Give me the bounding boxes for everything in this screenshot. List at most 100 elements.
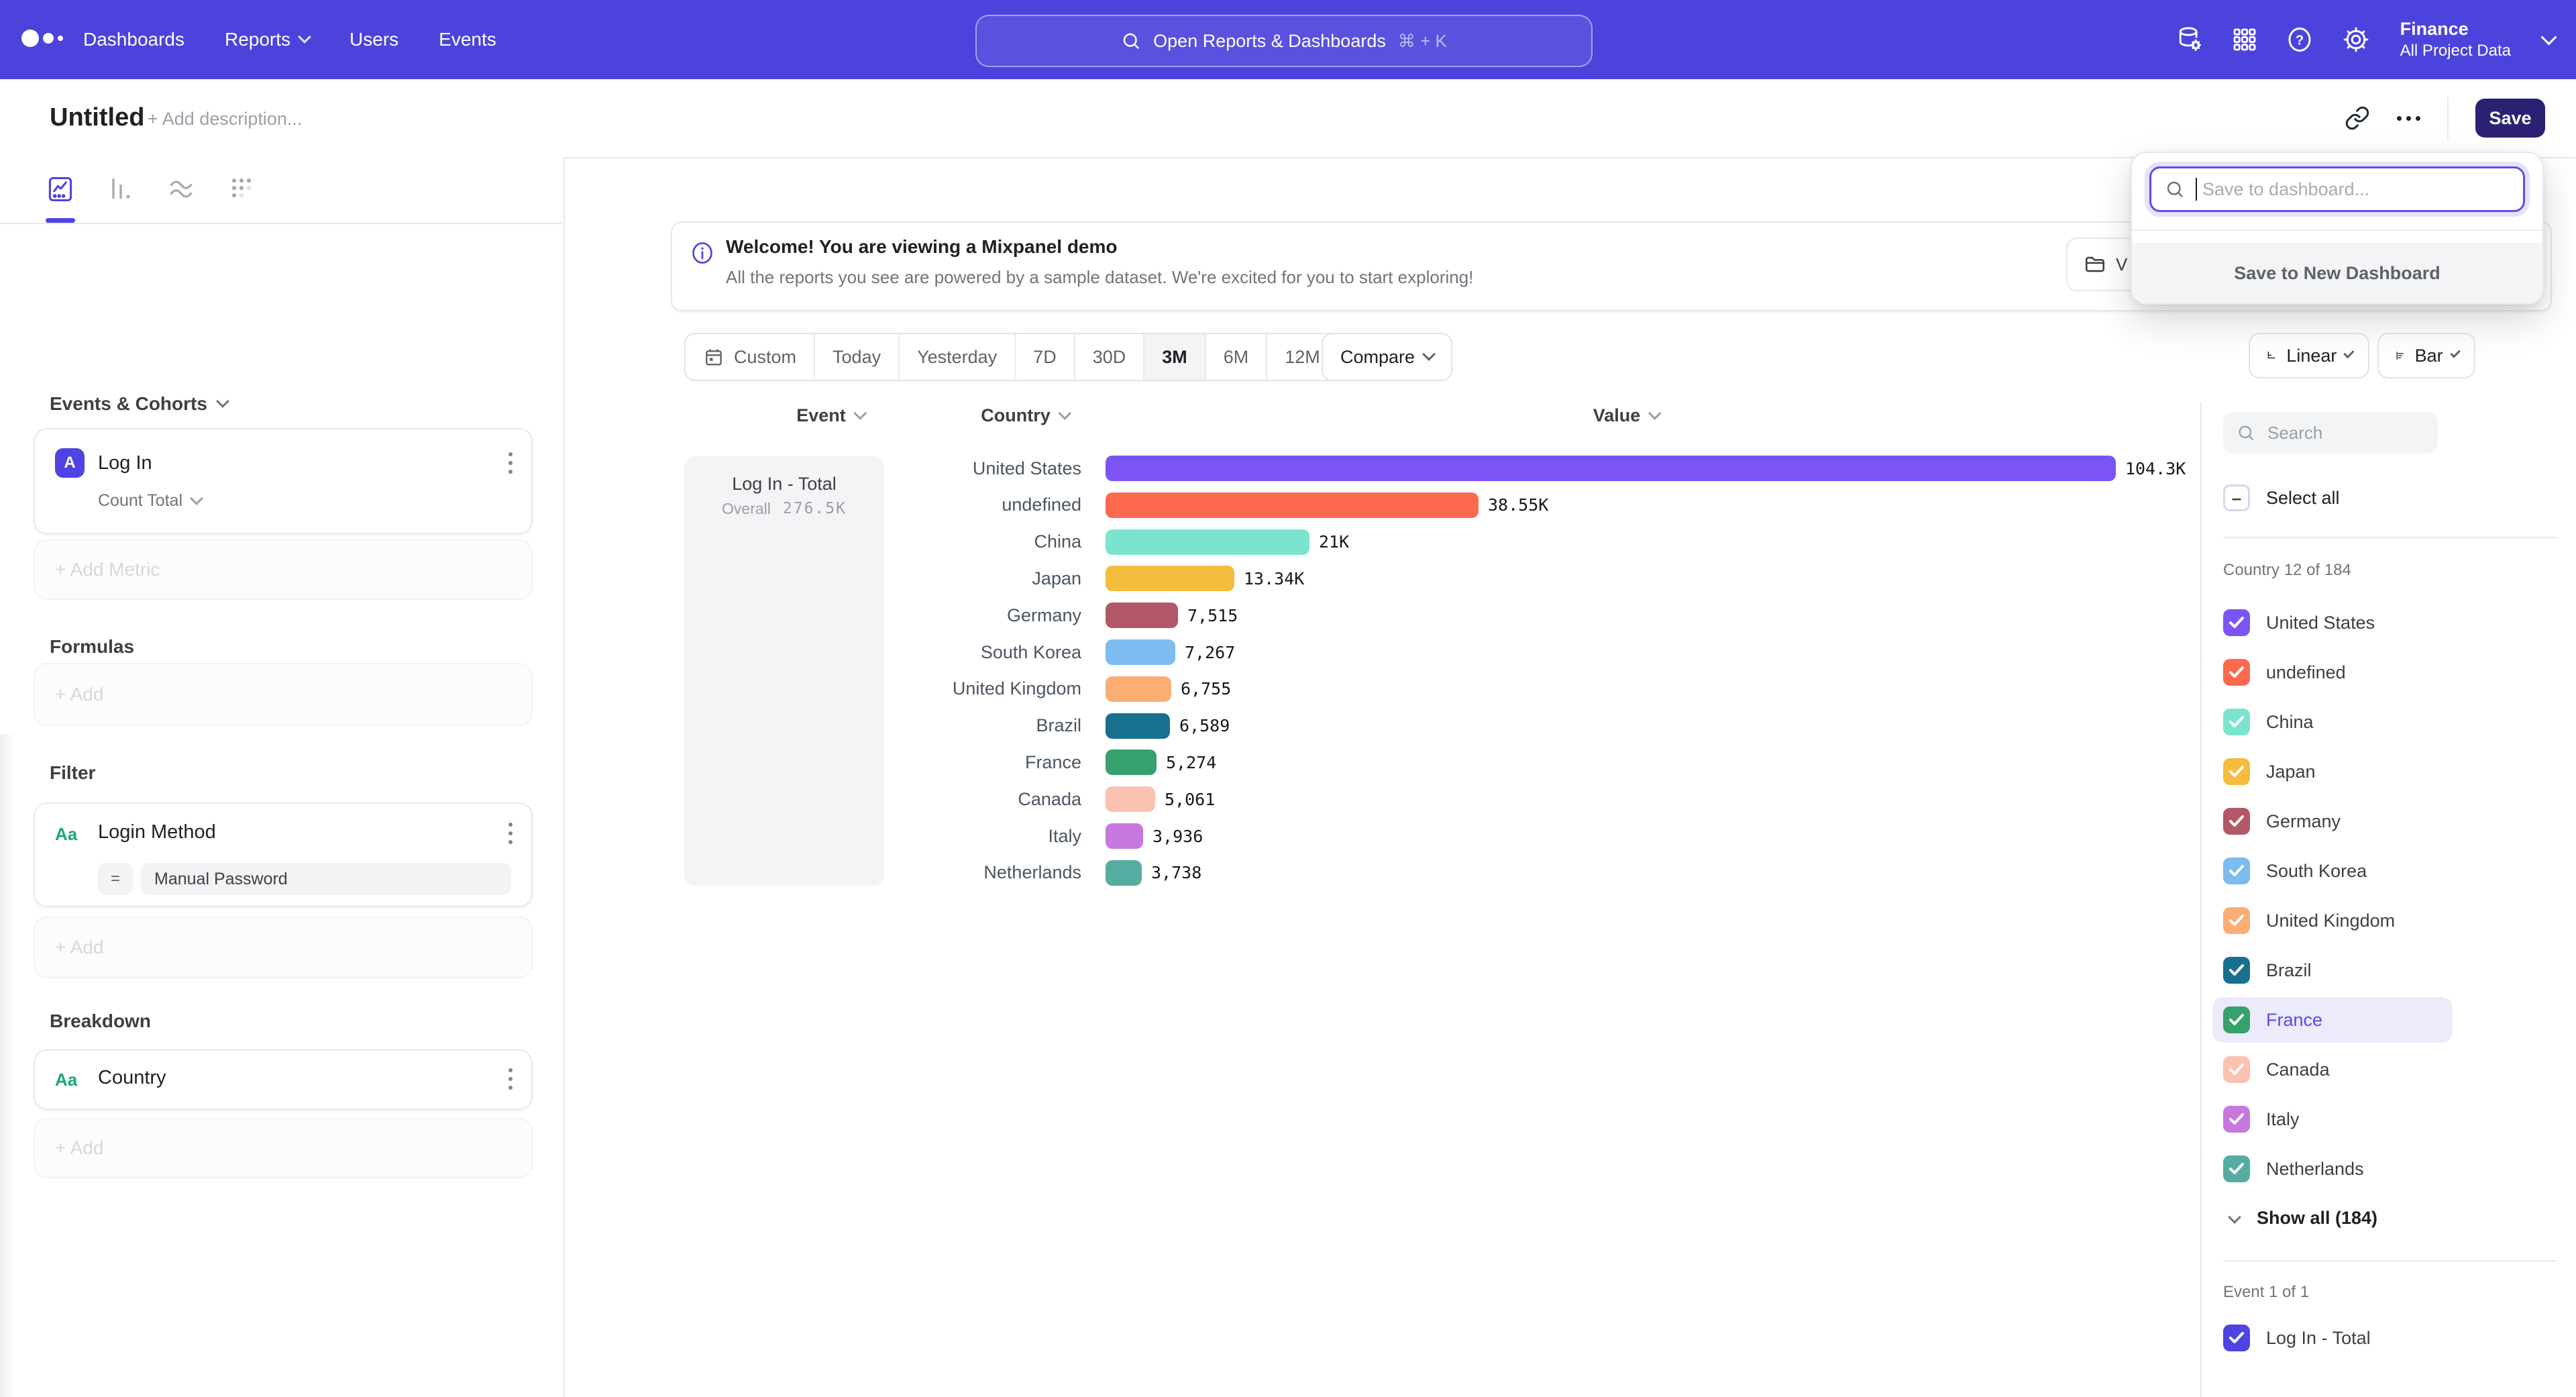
scale-selector[interactable]: Linear [2249,333,2369,378]
country-checkbox[interactable] [2223,1056,2250,1083]
range-3m[interactable]: 3M [1143,334,1205,380]
bar[interactable] [1106,456,2116,481]
filter-value[interactable]: Manual Password [141,863,511,895]
bar[interactable] [1106,639,1175,665]
bar[interactable] [1106,713,1170,739]
bar[interactable] [1106,493,1479,518]
save-to-new-dashboard-button[interactable]: Save to New Dashboard [2132,243,2542,303]
select-all-row[interactable]: – Select all [2223,484,2340,511]
filter-property-name[interactable]: Login Method [98,821,216,843]
country-filter-row-japan[interactable]: Japan [2212,749,2453,794]
country-filter-row-south-korea[interactable]: South Korea [2212,848,2453,894]
country-checkbox[interactable] [2223,858,2250,884]
country-filter-row-italy[interactable]: Italy [2212,1096,2453,1142]
country-filter-row-brazil[interactable]: Brazil [2212,947,2453,993]
range-custom[interactable]: Custom [686,334,814,380]
tab-funnels[interactable] [106,174,136,204]
bar[interactable] [1106,529,1309,555]
column-header-country[interactable]: Country [981,405,1069,426]
bar[interactable] [1106,786,1155,812]
country-checkbox[interactable] [2223,609,2250,636]
tab-retention[interactable] [227,174,256,204]
add-metric-button[interactable]: + Add Metric [34,539,533,600]
nav-item-reports[interactable]: Reports [225,29,309,50]
country-checkbox[interactable] [2223,907,2250,934]
bar[interactable] [1106,823,1143,849]
country-checkbox[interactable] [2223,758,2250,785]
nav-item-events[interactable]: Events [439,29,496,50]
add-filter-button[interactable]: + Add [34,917,533,978]
mixpanel-logo-icon[interactable] [21,30,63,47]
show-all-button[interactable]: Show all (184) [2230,1208,2377,1229]
metric-letter-badge: A [55,448,85,478]
nav-right-cluster: ? Finance All Project Data [2175,0,2555,79]
breakdown-options-icon[interactable] [508,1068,513,1090]
chart-type-selector[interactable]: Bar [2377,333,2475,378]
bar[interactable] [1106,676,1171,702]
country-filter-row-france[interactable]: France [2212,997,2453,1043]
save-button[interactable]: Save [2475,99,2545,138]
bar-row: Brazil 6,589 [885,707,2200,745]
range-yesterday[interactable]: Yesterday [898,334,1014,380]
range-7d[interactable]: 7D [1014,334,1074,380]
filter-card-login-method[interactable]: Aa Login Method = Manual Password [34,803,533,907]
country-filter-row-netherlands[interactable]: Netherlands [2212,1146,2453,1192]
country-checkbox[interactable] [2223,1106,2250,1133]
copy-link-icon[interactable] [2345,105,2370,131]
breakdown-property-name[interactable]: Country [98,1067,166,1089]
select-all-checkbox[interactable]: – [2223,484,2250,511]
country-filter-row-germany[interactable]: Germany [2212,798,2453,844]
bar[interactable] [1106,603,1178,628]
country-checkbox[interactable] [2223,709,2250,735]
event-checkbox[interactable] [2223,1325,2250,1351]
country-filter-row-united-states[interactable]: United States [2212,600,2453,645]
panel-search-input[interactable]: Search [2223,412,2438,454]
add-formula-button[interactable]: + Add [34,663,533,726]
project-selector[interactable]: Finance All Project Data [2400,18,2511,61]
country-checkbox[interactable] [2223,957,2250,984]
bar[interactable] [1106,566,1234,591]
bar[interactable] [1106,860,1142,886]
country-checkbox[interactable] [2223,659,2250,686]
global-search[interactable]: Open Reports & Dashboards ⌘ + K [975,15,1593,67]
compare-button[interactable]: Compare [1322,333,1452,381]
events-section-title[interactable]: Events & Cohorts [50,393,227,415]
data-management-icon[interactable] [2175,25,2204,54]
more-options-icon[interactable] [2397,116,2420,121]
dashboard-search-input[interactable]: Save to dashboard... [2149,166,2525,212]
help-icon[interactable]: ? [2285,25,2314,54]
breakdown-card-country[interactable]: Aa Country [34,1049,533,1110]
filter-options-icon[interactable] [508,823,513,844]
bar-value-label: 3,936 [1152,827,1203,846]
country-filter-row-canada[interactable]: Canada [2212,1047,2453,1092]
tab-insights[interactable] [46,174,75,204]
country-filter-row-united-kingdom[interactable]: United Kingdom [2212,898,2453,943]
tab-flows[interactable] [166,174,196,204]
country-checkbox[interactable] [2223,1006,2250,1033]
nav-item-dashboards[interactable]: Dashboards [83,29,184,50]
report-title[interactable]: Untitled [50,103,144,132]
country-filter-row-undefined[interactable]: undefined [2212,650,2453,695]
nav-item-users[interactable]: Users [350,29,398,50]
range-6m[interactable]: 6M [1205,334,1267,380]
add-breakdown-button[interactable]: + Add [34,1118,533,1178]
apps-grid-icon[interactable] [2231,26,2258,53]
bar[interactable] [1106,749,1157,775]
country-checkbox[interactable] [2223,808,2250,835]
filter-operator[interactable]: = [98,863,133,895]
metric-card-log-in[interactable]: A Log In Count Total [34,428,533,534]
scale-label: Linear [2286,346,2337,366]
range-today[interactable]: Today [814,334,898,380]
event-filter-row[interactable]: Log In - Total [2212,1315,2453,1361]
metric-name[interactable]: Log In [98,452,152,474]
metric-aggregation[interactable]: Count Total [98,491,201,511]
settings-gear-icon[interactable] [2341,25,2371,54]
column-header-value[interactable]: Value [1593,405,1660,426]
add-description-field[interactable]: + Add description... [148,109,302,130]
metric-options-icon[interactable] [508,452,513,474]
chevron-down-icon[interactable] [2540,29,2557,45]
country-filter-row-china[interactable]: China [2212,699,2453,745]
column-header-event[interactable]: Event [796,405,865,426]
range-30d[interactable]: 30D [1074,334,1144,380]
country-checkbox[interactable] [2223,1155,2250,1182]
